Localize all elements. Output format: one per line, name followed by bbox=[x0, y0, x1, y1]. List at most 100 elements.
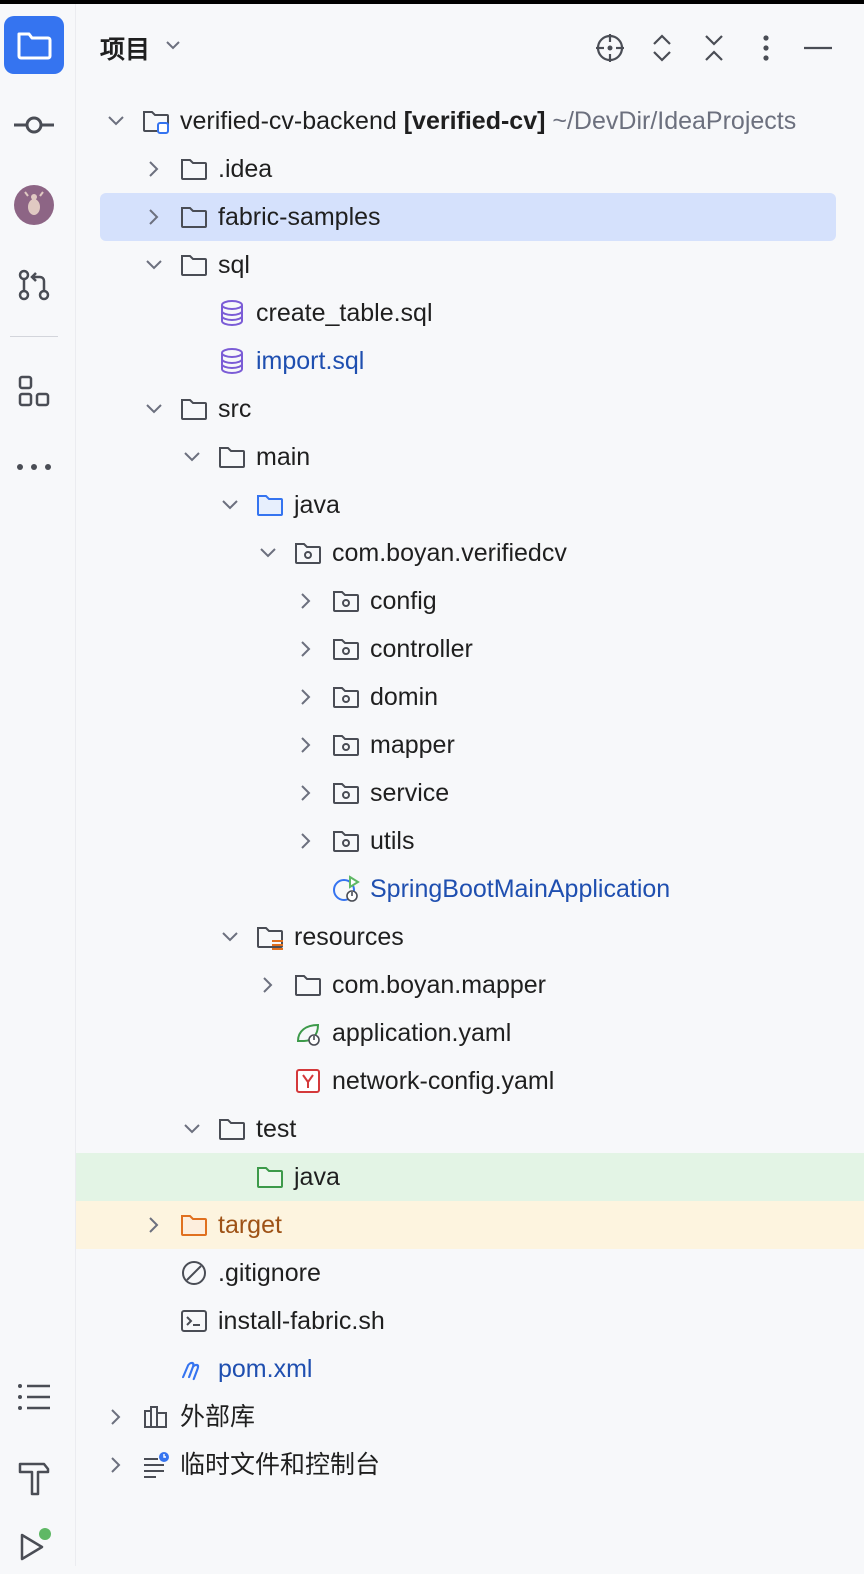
res-mapper-label: com.boyan.mapper bbox=[332, 971, 547, 999]
tree-row-sql[interactable]: sql bbox=[76, 241, 864, 289]
collapse-all-button[interactable] bbox=[696, 30, 732, 66]
utils-label: utils bbox=[370, 827, 415, 855]
yaml-file-icon bbox=[296, 1069, 320, 1093]
chevron-right-icon[interactable] bbox=[256, 973, 280, 997]
tree-row-utils[interactable]: utils bbox=[76, 817, 864, 865]
network-config-label: network-config.yaml bbox=[332, 1067, 555, 1095]
chevron-right-icon[interactable] bbox=[104, 1453, 128, 1477]
chevron-right-icon[interactable] bbox=[142, 1213, 166, 1237]
tree-row-fabric-samples[interactable]: fabric-samples bbox=[100, 193, 836, 241]
app-class-label: SpringBootMainApplication bbox=[370, 875, 671, 903]
root-label: verified-cv-backend [verified-cv] ~/DevD… bbox=[180, 107, 797, 135]
collapse-icon bbox=[705, 35, 723, 61]
more-horizontal-icon bbox=[17, 464, 51, 470]
tree-row-network-config[interactable]: network-config.yaml bbox=[76, 1057, 864, 1105]
chevron-down-icon[interactable] bbox=[218, 925, 242, 949]
tree-row-res-mapper[interactable]: com.boyan.mapper bbox=[76, 961, 864, 1009]
tree-row-controller[interactable]: controller bbox=[76, 625, 864, 673]
application-yaml-label: application.yaml bbox=[332, 1019, 512, 1047]
tree-row-test-java[interactable]: java bbox=[76, 1153, 864, 1201]
options-button[interactable] bbox=[748, 30, 784, 66]
chevron-right-icon[interactable] bbox=[294, 685, 318, 709]
run-tool-button[interactable] bbox=[4, 1516, 64, 1574]
chevron-down-icon[interactable] bbox=[256, 541, 280, 565]
tree-row-app-class[interactable]: SpringBootMainApplication bbox=[76, 865, 864, 913]
chevron-right-icon[interactable] bbox=[294, 589, 318, 613]
tree-row-config[interactable]: config bbox=[76, 577, 864, 625]
library-icon bbox=[144, 1406, 167, 1428]
tree-row-root[interactable]: verified-cv-backend [verified-cv] ~/DevD… bbox=[76, 97, 864, 145]
pull-request-icon bbox=[18, 269, 50, 301]
structure-icon bbox=[18, 375, 50, 407]
more-tools-button[interactable] bbox=[4, 438, 64, 496]
tree-row-gitignore[interactable]: .gitignore bbox=[76, 1249, 864, 1297]
hammer-icon bbox=[18, 1462, 50, 1496]
package-icon bbox=[333, 735, 359, 756]
tree-row-main[interactable]: main bbox=[76, 433, 864, 481]
chevron-down-icon[interactable] bbox=[218, 493, 242, 517]
chevron-down-icon[interactable] bbox=[162, 34, 184, 56]
tree-row-package[interactable]: com.boyan.verifiedcv bbox=[76, 529, 864, 577]
spring-boot-class-icon bbox=[333, 875, 360, 902]
tree-row-service[interactable]: service bbox=[76, 769, 864, 817]
expand-all-button[interactable] bbox=[644, 30, 680, 66]
chevron-right-icon[interactable] bbox=[294, 781, 318, 805]
chevron-down-icon[interactable] bbox=[180, 1117, 204, 1141]
panel-header: 项目 bbox=[76, 4, 864, 88]
tree-row-resources[interactable]: resources bbox=[76, 913, 864, 961]
tree-row-test[interactable]: test bbox=[76, 1105, 864, 1153]
database-icon bbox=[221, 300, 243, 326]
tree-row-install-fabric[interactable]: install-fabric.sh bbox=[76, 1297, 864, 1345]
tree-row-scratches[interactable]: 临时文件和控制台 bbox=[76, 1441, 864, 1489]
hide-panel-button[interactable] bbox=[800, 30, 836, 66]
tree-row-target[interactable]: target bbox=[76, 1201, 864, 1249]
resources-label: resources bbox=[294, 923, 404, 951]
pull-requests-tool-button[interactable] bbox=[4, 256, 64, 314]
build-tool-button[interactable] bbox=[4, 1448, 64, 1506]
chevron-right-icon[interactable] bbox=[104, 1405, 128, 1429]
chevron-down-icon[interactable] bbox=[180, 445, 204, 469]
project-tool-button[interactable] bbox=[4, 16, 64, 74]
folder-icon bbox=[219, 447, 245, 468]
chevron-down-icon[interactable] bbox=[104, 109, 128, 133]
chevron-down-icon[interactable] bbox=[142, 397, 166, 421]
tree-row-import-sql[interactable]: import.sql bbox=[76, 337, 864, 385]
tree-row-external-libs[interactable]: 外部库 bbox=[76, 1393, 864, 1441]
plugin-tool-button[interactable] bbox=[4, 176, 64, 234]
chevron-right-icon[interactable] bbox=[294, 733, 318, 757]
structure-tool-button[interactable] bbox=[4, 362, 64, 420]
src-label: src bbox=[218, 395, 252, 423]
chevron-right-icon[interactable] bbox=[294, 829, 318, 853]
tree-row-create-table[interactable]: create_table.sql bbox=[76, 289, 864, 337]
chevron-right-icon[interactable] bbox=[142, 157, 166, 181]
tree-row-mapper[interactable]: mapper bbox=[76, 721, 864, 769]
import-sql-label: import.sql bbox=[256, 347, 365, 375]
tree-row-src[interactable]: src bbox=[76, 385, 864, 433]
tree-row-idea[interactable]: .idea bbox=[76, 145, 864, 193]
external-libs-label: 外部库 bbox=[180, 1403, 256, 1431]
gitignore-label: .gitignore bbox=[218, 1259, 321, 1287]
controller-label: controller bbox=[370, 635, 473, 663]
panel-title[interactable]: 项目 bbox=[100, 30, 150, 66]
chevron-down-icon[interactable] bbox=[142, 253, 166, 277]
test-label: test bbox=[256, 1115, 297, 1143]
chevron-right-icon[interactable] bbox=[142, 205, 166, 229]
tree-row-application-yaml[interactable]: application.yaml bbox=[76, 1009, 864, 1057]
locate-file-button[interactable] bbox=[592, 30, 628, 66]
tree-row-pom[interactable]: pom.xml bbox=[76, 1345, 864, 1393]
commit-icon bbox=[14, 116, 54, 134]
chevron-right-icon[interactable] bbox=[294, 637, 318, 661]
tree-row-domin[interactable]: domin bbox=[76, 673, 864, 721]
main-label: main bbox=[256, 443, 311, 471]
project-panel: 项目 verified-cv-backend [verified-cv] ~/D… bbox=[76, 4, 864, 1566]
commit-tool-button[interactable] bbox=[4, 96, 64, 154]
module-folder-icon bbox=[143, 111, 169, 134]
todo-tool-button[interactable] bbox=[4, 1368, 64, 1426]
tree-row-java[interactable]: java bbox=[76, 481, 864, 529]
folder-icon bbox=[181, 255, 207, 276]
install-fabric-label: install-fabric.sh bbox=[218, 1307, 385, 1335]
target-label: target bbox=[218, 1211, 282, 1239]
pom-label: pom.xml bbox=[218, 1355, 313, 1383]
tool-window-rail bbox=[0, 4, 76, 1566]
folder-icon bbox=[181, 399, 207, 420]
